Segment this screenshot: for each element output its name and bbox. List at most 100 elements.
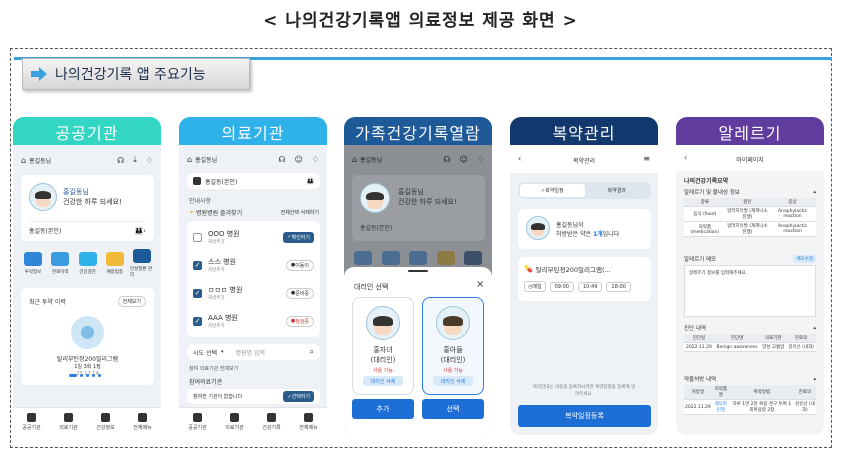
checkbox[interactable]: ✓ [193, 288, 202, 298]
rx-title: 약물처방 내역 [684, 377, 717, 383]
add-button[interactable]: 추가 [352, 399, 414, 419]
self-label: 홍길동(본인) [360, 225, 393, 232]
close-icon[interactable]: × [476, 279, 484, 290]
headset-icon[interactable]: ☊ [278, 155, 285, 164]
header: ‹ 복약관리 ≡ [510, 145, 658, 173]
delete-agent-button[interactable]: 대리인 삭제 [433, 376, 473, 386]
family-icon[interactable]: ☺ [459, 155, 467, 164]
menu-item[interactable]: 만성질환 관리 [130, 249, 154, 278]
download-icon[interactable]: ⤓ [133, 155, 137, 165]
headset-icon[interactable]: ☊ [117, 156, 124, 165]
phone-medical: ⌂ 홍길동님 ☊ ☺ ♢ 홍길동(본인) 👪 안내사항 ✦ 병원병원 즐겨찾기 전체선… [179, 145, 327, 435]
bell-icon[interactable]: ♢ [146, 156, 153, 165]
fav-actions[interactable]: 전체선택 삭제하기 [281, 209, 319, 216]
menu-item[interactable]: 예방접종 [103, 252, 127, 275]
agent-card-selected[interactable]: 홍아들 (대리인) 사용 가능 대리인 삭제 [422, 297, 484, 395]
avatar [360, 183, 390, 213]
nav-item[interactable]: 건강정보 [96, 412, 115, 431]
time-chip[interactable]: 09:00 [549, 281, 574, 292]
self-label: 홍길동(본인) [205, 178, 238, 186]
table-row: 음식 (food) 알러지유발 (계피나소진행) Anaphylactic reac… [684, 206, 816, 222]
tab-public[interactable]: 공공기관 [13, 117, 161, 146]
drug-name: 탈리부틴정200밀리그램 [56, 356, 119, 363]
headset-icon[interactable]: ☊ [443, 155, 450, 164]
table-row: 2022.11.29 레오파린정 하루 1번 2일 복용 경구 투여 1회복용량 2… [684, 399, 816, 415]
checkbox[interactable]: ✓ [193, 316, 202, 326]
checkbox[interactable]: ✓ [193, 260, 202, 270]
nav-item[interactable]: 의료기관 [59, 412, 78, 431]
time-chip[interactable]: 18:00 [606, 281, 631, 292]
confirm-button[interactable]: ✓ 확인하기 [283, 231, 314, 243]
search-icon[interactable]: ⌕ [310, 347, 314, 357]
home-icon[interactable]: ⌂ [187, 155, 192, 164]
agent-sheet: 대리인 선택 × 홍자녀 (대리인) 사용 가능 대리인 삭제 홍아들 (대리인… [344, 267, 492, 435]
profile-card: 홍길동님 건강한 하루 되세요! 홍길동(본인) 👪› [21, 175, 154, 241]
nav-item[interactable]: 의료기관 [225, 412, 244, 431]
status-badge: ● 이동이 [285, 259, 314, 271]
nav-item[interactable]: 공공기관 [188, 412, 207, 431]
collapse-icon[interactable]: ▴ [813, 189, 816, 195]
bell-icon[interactable]: ♢ [477, 155, 484, 164]
nav-item[interactable]: 공공기관 [22, 412, 41, 431]
tab-medication[interactable]: 복약관리 [510, 117, 658, 146]
rx-table: 처방일 의약품명 복약방법 진료의 2022.11.29 레오파린정 하루 1번 2일 복… [684, 385, 816, 415]
register-note: 복약안내는 내용을 등록하시려면 복약일정을 등록해 알려주세요. [532, 385, 636, 397]
agent-card[interactable]: 홍자녀 (대리인) 사용 가능 대리인 삭제 [352, 297, 414, 395]
self-card[interactable]: 홍길동(본인) 👪 [187, 173, 320, 189]
user-name: 홍길동님 [29, 157, 52, 165]
memo-textarea[interactable]: 알레르기 정보를 입력해주세요. [684, 265, 816, 317]
arrow-icon [31, 67, 47, 81]
home-icon[interactable]: ⌂ [21, 156, 26, 165]
family-icon[interactable]: 👪 [307, 178, 314, 185]
menu-item[interactable]: 진료이력 [48, 252, 72, 275]
status-badge: ● 준비중 [285, 287, 314, 299]
user-name: 홍길동님 [360, 157, 383, 164]
menu-item[interactable]: 건강검진 [76, 252, 100, 275]
region-select[interactable]: 시도 선택 [193, 348, 217, 357]
memo-edit-button[interactable]: 메모수정 [793, 255, 816, 263]
header: ‹ 마이페이지 [676, 145, 824, 171]
nav-item[interactable]: 전체메뉴 [299, 412, 318, 431]
tab-allergy[interactable]: 알레르기 [676, 117, 824, 146]
list-item[interactable]: ✓ ㅁㅁㅁ 병원 처방추가 ● 준비중 [193, 285, 314, 301]
nav-item[interactable]: 건강기록 [262, 412, 281, 431]
collapse-icon[interactable]: ▴ [813, 376, 816, 382]
list-item[interactable]: ✓ 스스 병원 처방추가 ● 이동이 [193, 257, 314, 273]
menu-icon[interactable]: ≡ [643, 154, 650, 163]
self-label: 홍길동(본인) [29, 228, 62, 235]
home-icon[interactable]: ⌂ [352, 155, 357, 164]
sheet-handle[interactable] [408, 270, 428, 272]
family-icon[interactable]: 👪› [134, 227, 146, 235]
list-item[interactable]: OOO 병원 처방추가 ✓ 확인하기 [193, 229, 314, 245]
list-item[interactable]: ✓ AAA 병원 처방추가 ● 정검중 [193, 313, 314, 329]
carousel-dots[interactable] [69, 374, 101, 377]
nav-item[interactable]: 전체메뉴 [133, 412, 152, 431]
bell-icon[interactable]: ♢ [312, 155, 319, 164]
seg-schedule[interactable]: ✓ 복약일정 [520, 184, 585, 197]
summary-card: 홍길동님이 처방받은 약은 1개입니다 [518, 209, 651, 249]
family-icon[interactable]: ☺ [294, 155, 302, 164]
menu-item[interactable]: 투약정보 [21, 252, 45, 275]
search-bar[interactable]: 시도 선택 ▾ 병원명 입력 ⌕ [187, 344, 320, 360]
section-title: 나의건강기록요약 [684, 178, 729, 185]
drug-card[interactable]: 💊 탈리부틴정200밀리그램(... ◷ 매일 09:00 10:49 18:0… [518, 257, 651, 301]
tab-medical[interactable]: 의료기관 [179, 117, 327, 146]
select-button[interactable]: 선택 [422, 399, 484, 419]
menu-grid-dimmed [354, 251, 482, 265]
status-badge: ● 정검중 [285, 315, 314, 327]
register-button[interactable]: 복약일정등록 [518, 405, 651, 427]
consent-note[interactable]: 참여 의료기관 전체보기 [189, 365, 238, 372]
clock-icon: ◷ 매일 [524, 281, 546, 292]
avatar [29, 183, 57, 211]
pill-icon: 💊 [524, 265, 533, 273]
delete-agent-button[interactable]: 대리인 삭제 [363, 376, 403, 386]
collapse-icon[interactable]: ▴ [813, 325, 816, 331]
time-chip[interactable]: 10:49 [578, 281, 603, 292]
table-row: 의약품 (medication) 알러지유발 (계피나소진행) Anaphylact… [684, 221, 816, 237]
checkbox[interactable] [193, 232, 202, 242]
recent-more-button[interactable]: 전체보기 [117, 296, 146, 307]
tab-family[interactable]: 가족건강기록열람 [344, 117, 492, 146]
seg-result[interactable]: 복약결과 [585, 184, 650, 197]
search-input[interactable]: 병원명 입력 [236, 348, 266, 357]
select-button[interactable]: ✓ 선택하기 [283, 391, 314, 402]
